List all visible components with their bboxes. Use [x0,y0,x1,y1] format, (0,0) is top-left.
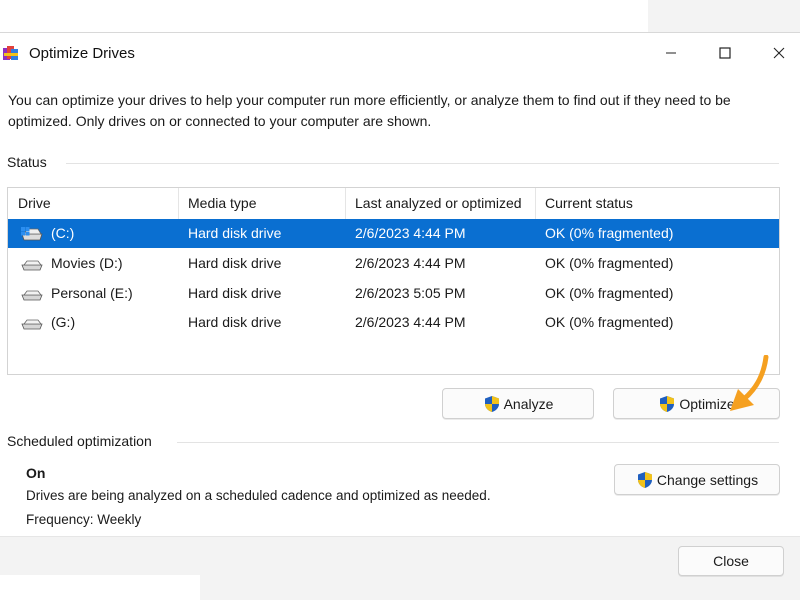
maximize-icon [719,47,731,59]
status-divider [66,163,779,164]
column-header-drive[interactable]: Drive [8,188,178,219]
close-button-label: Close [713,553,749,569]
schedule-frequency: Frequency: Weekly [26,512,142,527]
close-icon [773,47,785,59]
background-strip-right [648,0,800,32]
column-header-media-type[interactable]: Media type [178,188,345,219]
drive-media-type: Hard disk drive [188,225,282,241]
close-window-button[interactable] [756,39,800,67]
optimize-drives-window: Optimize Drives You can optimize your dr… [0,32,800,576]
drive-last-run: 2/6/2023 5:05 PM [355,285,466,301]
close-button[interactable]: Close [678,546,784,576]
drive-name: Movies (D:) [51,255,123,271]
drive-last-run: 2/6/2023 4:44 PM [355,255,466,271]
drive-media-type: Hard disk drive [188,285,282,301]
drive-icon [21,290,43,301]
drive-status: OK (0% fragmented) [545,285,674,301]
drive-name: (G:) [51,314,76,330]
app-icon [3,46,18,60]
dialog-footer: Close [0,536,800,576]
drive-name: (C:) [51,225,75,241]
title-bar: Optimize Drives [0,33,800,73]
intro-text: You can optimize your drives to help you… [8,92,731,129]
drive-name: Personal (E:) [51,285,133,301]
drive-media-type: Hard disk drive [188,314,282,330]
analyze-button-label: Analyze [503,395,554,412]
drive-media-type: Hard disk drive [188,255,282,271]
scheduled-section-label: Scheduled optimization [7,433,152,449]
uac-shield-icon [484,395,499,412]
status-section-label: Status [7,154,47,170]
change-settings-button[interactable]: Change settings [614,464,780,495]
drive-row[interactable]: Personal (E:) Hard disk drive 2/6/2023 5… [8,279,779,308]
drive-icon [21,319,43,330]
scheduled-divider [177,442,779,443]
window-title: Optimize Drives [29,45,135,62]
annotation-arrow-icon [730,355,769,411]
drives-list[interactable]: Drive Media type Last analyzed or optimi… [7,187,780,375]
background-strip-bottom [200,574,800,600]
drive-row[interactable]: (C:) Hard disk drive 2/6/2023 4:44 PM OK… [8,219,779,248]
drive-last-run: 2/6/2023 4:44 PM [355,314,466,330]
drive-last-run: 2/6/2023 4:44 PM [355,225,466,241]
column-header-last-analyzed[interactable]: Last analyzed or optimized [345,188,535,219]
drive-status: OK (0% fragmented) [545,314,674,330]
schedule-state: On [26,465,46,481]
drive-row[interactable]: Movies (D:) Hard disk drive 2/6/2023 4:4… [8,249,779,278]
schedule-description: Drives are being analyzed on a scheduled… [26,488,491,503]
system-drive-icon [21,227,43,241]
uac-shield-icon [637,471,652,488]
drive-status: OK (0% fragmented) [545,255,674,271]
minimize-icon [666,52,676,54]
drive-icon [21,260,43,271]
maximize-button[interactable] [702,39,748,67]
column-header-current-status[interactable]: Current status [535,188,779,219]
change-settings-label: Change settings [656,471,759,488]
drive-status: OK (0% fragmented) [545,225,674,241]
uac-shield-icon [660,395,675,412]
analyze-button[interactable]: Analyze [442,388,594,419]
drive-row[interactable]: (G:) Hard disk drive 2/6/2023 4:44 PM OK… [8,308,779,337]
minimize-button[interactable] [648,39,694,67]
drives-list-header: Drive Media type Last analyzed or optimi… [8,188,779,219]
